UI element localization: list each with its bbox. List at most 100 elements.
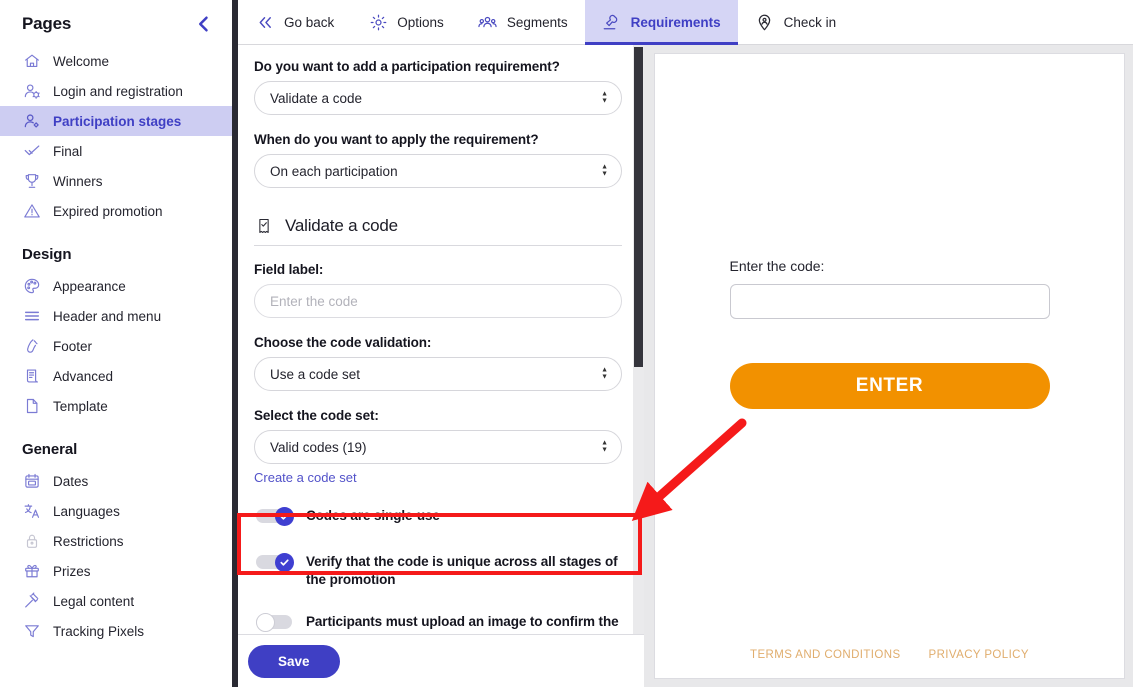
requirement-select[interactable]: Validate a code xyxy=(254,81,622,115)
location-pin-person-icon xyxy=(755,12,775,32)
code-validation-select[interactable]: Use a code set xyxy=(254,357,622,391)
sidebar-item-dates[interactable]: Dates xyxy=(0,466,232,496)
terms-and-conditions-link[interactable]: TERMS AND CONDITIONS xyxy=(750,649,900,661)
code-set-label: Select the code set: xyxy=(254,408,379,423)
sidebar-item-tracking-pixels[interactable]: Tracking Pixels xyxy=(0,616,232,646)
form-scrollbar-thumb[interactable] xyxy=(634,47,643,367)
tab-requirements[interactable]: Requirements xyxy=(584,0,738,45)
preview-form: Enter the code: ENTER xyxy=(729,257,1050,409)
home-icon xyxy=(22,52,41,71)
trophy-icon xyxy=(22,172,41,191)
sidebar-item-label: Template xyxy=(53,398,108,414)
sidebar-group-pages: Welcome Login and registration Participa… xyxy=(0,46,232,226)
form-scrollbar-track[interactable] xyxy=(633,45,644,634)
tab-label: Go back xyxy=(284,14,335,30)
tab-check-in[interactable]: Check in xyxy=(738,0,854,44)
palette-icon xyxy=(22,277,41,296)
sidebar-item-label: Header and menu xyxy=(53,308,162,324)
apply-select-wrap: On each participation ▲ ▼ xyxy=(254,154,622,188)
code-validation-select-wrap: Use a code set ▲ ▼ xyxy=(254,357,622,391)
sidebar-item-label: Dates xyxy=(53,473,89,489)
sidebar-item-legal-content[interactable]: Legal content xyxy=(0,586,232,616)
calendar-icon xyxy=(22,472,41,491)
menu-lines-icon xyxy=(22,307,41,326)
user-settings-icon xyxy=(22,82,41,101)
sidebar-item-welcome[interactable]: Welcome xyxy=(0,46,232,76)
translate-icon xyxy=(22,502,41,521)
toggle-row-upload-image[interactable]: Participants must upload an image to con… xyxy=(254,605,622,634)
preview-footer: TERMS AND CONDITIONS PRIVACY POLICY xyxy=(655,638,1124,678)
tab-options[interactable]: Options xyxy=(351,0,461,44)
sidebar-item-expired-promotion[interactable]: Expired promotion xyxy=(0,196,232,226)
chevron-left-icon[interactable] xyxy=(194,14,214,34)
sidebar-item-login-and-registration[interactable]: Login and registration xyxy=(0,76,232,106)
sidebar-group-design: Appearance Header and menu Footer Advanc… xyxy=(0,271,232,421)
lock-icon xyxy=(22,532,41,551)
preview-enter-button[interactable]: ENTER xyxy=(729,362,1050,409)
code-set-select[interactable]: Valid codes (19) xyxy=(254,430,622,464)
sidebar-item-appearance[interactable]: Appearance xyxy=(0,271,232,301)
gear-icon xyxy=(368,12,388,32)
toggle-row-single-use[interactable]: Codes are single-use xyxy=(254,499,622,533)
field-label-input[interactable] xyxy=(254,284,622,318)
sidebar-header: Pages xyxy=(0,14,232,34)
sidebar-group-general: Dates Languages Restrictions Prizes Lega… xyxy=(0,466,232,646)
code-validation-label: Choose the code validation: xyxy=(254,335,432,350)
sidebar-item-template[interactable]: Template xyxy=(0,391,232,421)
sidebar-item-header-and-menu[interactable]: Header and menu xyxy=(0,301,232,331)
toggle-label: Participants must upload an image to con… xyxy=(306,614,619,634)
validate-code-section-header: Validate a code xyxy=(254,216,622,246)
toggle-row-unique-across-stages[interactable]: Verify that the code is unique across al… xyxy=(254,545,622,595)
content-body: Do you want to add a participation requi… xyxy=(238,45,1133,687)
sidebar: Pages Welcome Login and registration Par… xyxy=(0,0,232,687)
toggle-single-use[interactable] xyxy=(256,507,294,526)
sidebar-item-winners[interactable]: Winners xyxy=(0,166,232,196)
tab-label: Check in xyxy=(783,14,837,30)
sidebar-section-title-general: General xyxy=(22,441,78,458)
toggle-label: Codes are single-use xyxy=(306,508,440,523)
main-area: Go back Options Segments Requirements Ch… xyxy=(238,0,1133,687)
sidebar-item-label: Legal content xyxy=(53,593,135,609)
preview-code-label: Enter the code: xyxy=(729,257,825,274)
toggle-unique-across-stages[interactable] xyxy=(256,553,294,572)
preview-panel: Enter the code: ENTER TERMS AND CONDITIO… xyxy=(644,45,1133,687)
sidebar-item-participation-stages[interactable]: Participation stages xyxy=(0,106,232,136)
page-icon xyxy=(22,397,41,416)
funnel-icon xyxy=(22,622,41,641)
create-code-set-link[interactable]: Create a code set xyxy=(254,470,357,485)
preview-card: Enter the code: ENTER TERMS AND CONDITIO… xyxy=(654,53,1125,679)
sidebar-item-prizes[interactable]: Prizes xyxy=(0,556,232,586)
gavel-icon xyxy=(22,592,41,611)
apply-select[interactable]: On each participation xyxy=(254,154,622,188)
sidebar-item-label: Footer xyxy=(53,338,93,354)
form-scroll-region: Do you want to add a participation requi… xyxy=(238,45,644,634)
sidebar-item-advanced[interactable]: Advanced xyxy=(0,361,232,391)
sidebar-item-languages[interactable]: Languages xyxy=(0,496,232,526)
sidebar-item-label: Languages xyxy=(53,503,120,519)
sidebar-item-label: Welcome xyxy=(53,53,110,69)
tab-segments[interactable]: Segments xyxy=(461,0,585,44)
sidebar-item-restrictions[interactable]: Restrictions xyxy=(0,526,232,556)
privacy-policy-link[interactable]: PRIVACY POLICY xyxy=(929,649,1029,661)
sidebar-item-label: Advanced xyxy=(53,368,114,384)
sidebar-section-title-design: Design xyxy=(22,246,72,263)
save-button[interactable]: Save xyxy=(248,644,340,678)
sidebar-item-label: Participation stages xyxy=(53,113,182,129)
toggle-upload-image[interactable] xyxy=(256,613,294,633)
tab-bar: Go back Options Segments Requirements Ch… xyxy=(238,0,1133,45)
preview-code-input[interactable] xyxy=(729,283,1050,319)
tab-go-back[interactable]: Go back xyxy=(238,0,351,44)
sidebar-item-label: Expired promotion xyxy=(53,203,163,219)
tab-label: Requirements xyxy=(630,14,721,30)
sidebar-item-footer[interactable]: Footer xyxy=(0,331,232,361)
code-set-select-wrap: Valid codes (19) ▲ ▼ xyxy=(254,430,622,464)
apply-question-label: When do you want to apply the requiremen… xyxy=(254,132,539,147)
check-icon xyxy=(22,142,41,161)
sidebar-item-final[interactable]: Final xyxy=(0,136,232,166)
gift-icon xyxy=(22,562,41,581)
sidebar-item-label: Restrictions xyxy=(53,533,124,549)
double-chevron-left-icon xyxy=(255,12,275,32)
requirement-question-label: Do you want to add a participation requi… xyxy=(254,59,560,74)
save-bar: Save xyxy=(238,634,644,687)
section-title: Validate a code xyxy=(285,216,398,235)
